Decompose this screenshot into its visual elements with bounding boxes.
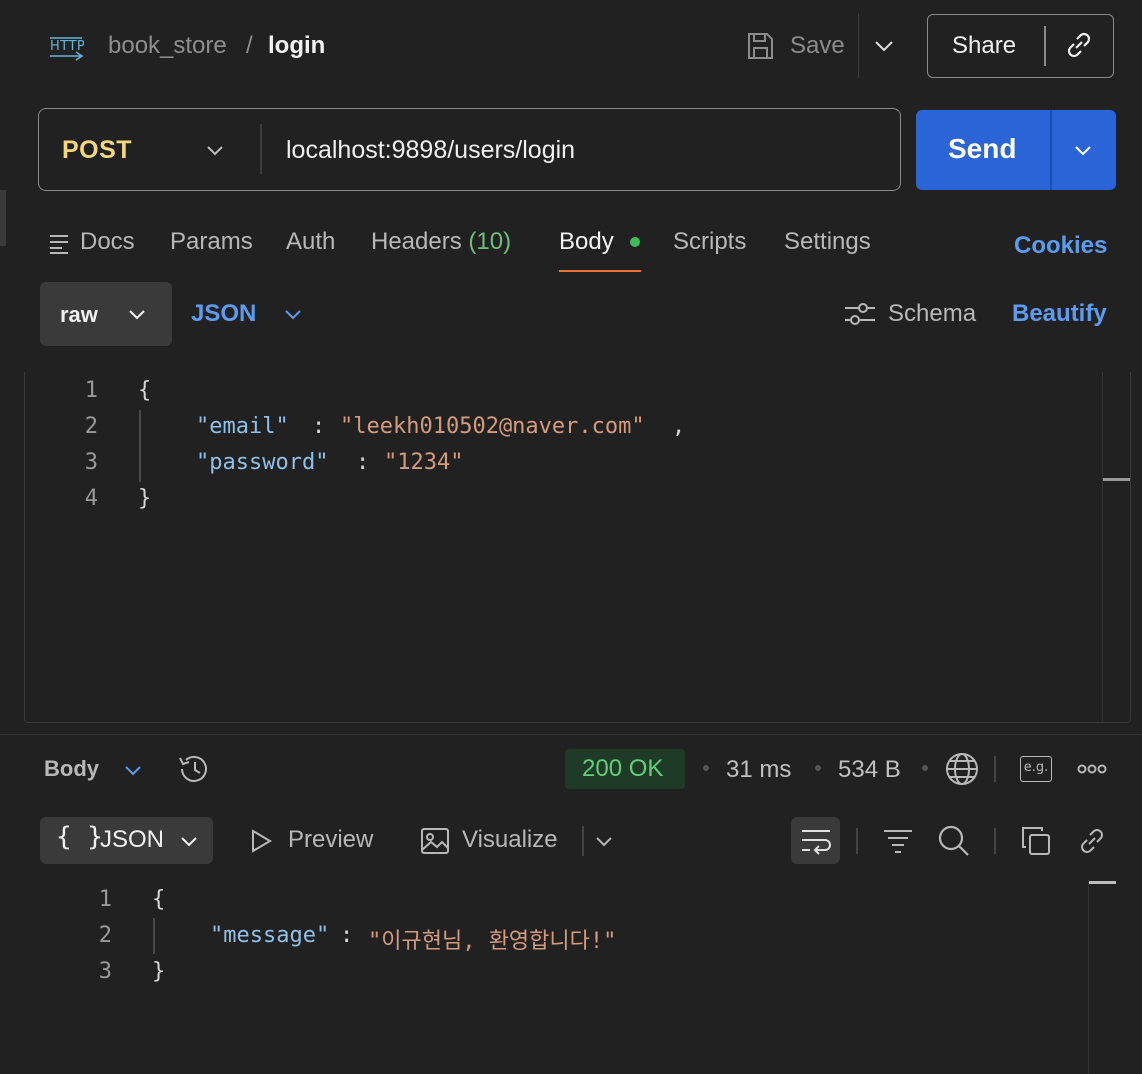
schema-icon[interactable] — [843, 300, 877, 328]
response-close-brace: } — [152, 959, 166, 984]
save-icon — [744, 30, 776, 62]
code-comma: , — [672, 414, 686, 439]
visualize-chevron-down-icon[interactable] — [593, 831, 615, 853]
response-format-label: JSON — [100, 826, 165, 853]
response-format-chevron-down-icon — [178, 831, 200, 853]
line-number: 3 — [84, 450, 98, 475]
body-modified-indicator — [630, 237, 640, 247]
save-options-chevron-down-icon[interactable] — [872, 34, 896, 58]
save-label: Save — [790, 32, 845, 59]
code-key-email: "email" — [196, 414, 289, 439]
code-colon: : — [312, 414, 326, 439]
wrap-lines-icon — [800, 826, 832, 856]
link-icon[interactable] — [1076, 825, 1108, 857]
code-open-brace: { — [138, 378, 152, 403]
response-size: 534 B — [838, 756, 901, 783]
save-divider — [858, 14, 859, 78]
breadcrumb-collection[interactable]: book_store — [108, 32, 227, 60]
method-chevron-down-icon[interactable] — [204, 140, 226, 162]
tab-headers-label: Headers — [371, 228, 462, 255]
copy-icon[interactable] — [1020, 825, 1052, 857]
search-icon[interactable] — [937, 824, 971, 858]
active-tab-underline — [559, 270, 641, 272]
body-mode-label: raw — [60, 302, 98, 327]
save-as-example-icon[interactable]: e.g. — [1020, 756, 1052, 782]
toolbar-divider — [994, 756, 996, 782]
line-number: 1 — [84, 378, 98, 403]
meta-separator-dot — [922, 765, 928, 771]
code-value-password: "1234" — [384, 450, 464, 475]
tab-params[interactable]: Params — [170, 228, 253, 256]
schema-button[interactable]: Schema — [888, 300, 976, 328]
meta-separator-dot — [703, 765, 709, 771]
toolbar-divider — [856, 828, 858, 854]
copy-link-icon[interactable] — [1062, 28, 1096, 62]
code-close-brace: } — [138, 486, 152, 511]
share-divider — [1044, 26, 1046, 66]
line-number: 1 — [98, 887, 112, 912]
code-colon: : — [356, 450, 370, 475]
image-icon — [420, 826, 450, 856]
editor-scrollbar-track — [1102, 372, 1103, 722]
response-scrollbar-thumb[interactable] — [1089, 881, 1116, 884]
tab-docs[interactable]: Docs — [80, 228, 135, 256]
code-value-email: "leekh010502@naver.com" — [340, 414, 645, 439]
more-options-icon[interactable] — [1076, 760, 1108, 778]
indent-guide — [139, 410, 141, 482]
response-time: 31 ms — [726, 756, 792, 783]
breadcrumb-separator: / — [246, 32, 253, 59]
tab-auth[interactable]: Auth — [286, 228, 335, 256]
request-title[interactable]: login — [268, 32, 325, 60]
editor-scrollbar-thumb[interactable] — [1103, 478, 1130, 481]
toolbar-divider — [994, 828, 996, 854]
status-code: 200 OK — [582, 755, 664, 782]
response-key-message: "message" — [210, 923, 330, 948]
body-language-chevron-down-icon[interactable] — [282, 304, 304, 326]
send-label: Send — [948, 133, 1017, 164]
line-number: 3 — [98, 959, 112, 984]
body-language-select[interactable]: JSON — [191, 300, 256, 328]
json-braces-icon: { } — [56, 822, 103, 852]
line-number: 2 — [84, 414, 98, 439]
line-number: 2 — [98, 923, 112, 948]
meta-separator-dot — [815, 765, 821, 771]
headers-count-badge: (10) — [468, 228, 512, 255]
tab-scripts[interactable]: Scripts — [673, 228, 746, 256]
response-divider[interactable] — [0, 734, 1142, 735]
response-scrollbar-track — [1088, 880, 1089, 1074]
send-divider — [1050, 110, 1052, 190]
left-panel-edge — [0, 190, 6, 246]
toolbar-divider — [582, 826, 584, 856]
response-section-select[interactable]: Body — [44, 756, 99, 782]
line-number: 4 — [84, 486, 98, 511]
tab-settings[interactable]: Settings — [784, 228, 871, 256]
filter-icon[interactable] — [883, 826, 913, 856]
cookies-link[interactable]: Cookies — [1014, 232, 1107, 260]
tab-body[interactable]: Body — [559, 228, 614, 256]
url-input[interactable] — [286, 134, 876, 166]
method-select[interactable]: POST — [62, 136, 132, 165]
play-icon — [248, 828, 274, 854]
visualize-button[interactable]: Visualize — [462, 826, 558, 854]
save-button[interactable]: Save — [744, 26, 845, 66]
preview-button[interactable]: Preview — [288, 826, 373, 854]
code-colon: : — [340, 923, 354, 948]
beautify-button[interactable]: Beautify — [1012, 300, 1107, 328]
globe-icon[interactable] — [944, 751, 980, 787]
body-mode-chevron-down-icon — [126, 304, 148, 326]
http-request-icon: HTTP — [48, 30, 84, 62]
docs-icon — [48, 232, 70, 254]
code-key-password: "password" — [196, 450, 329, 475]
send-options-chevron-down-icon[interactable] — [1072, 140, 1094, 162]
response-open-brace: { — [152, 887, 166, 912]
tab-headers[interactable]: Headers (10) — [371, 228, 511, 256]
response-value-message: "이규현님, 환영합니다!" — [368, 929, 617, 954]
svg-text:HTTP: HTTP — [50, 39, 84, 54]
history-icon[interactable] — [177, 753, 211, 785]
url-divider — [260, 124, 262, 174]
indent-guide — [153, 918, 155, 954]
share-button[interactable]: Share — [952, 32, 1016, 60]
response-section-chevron-down-icon[interactable] — [122, 760, 144, 782]
